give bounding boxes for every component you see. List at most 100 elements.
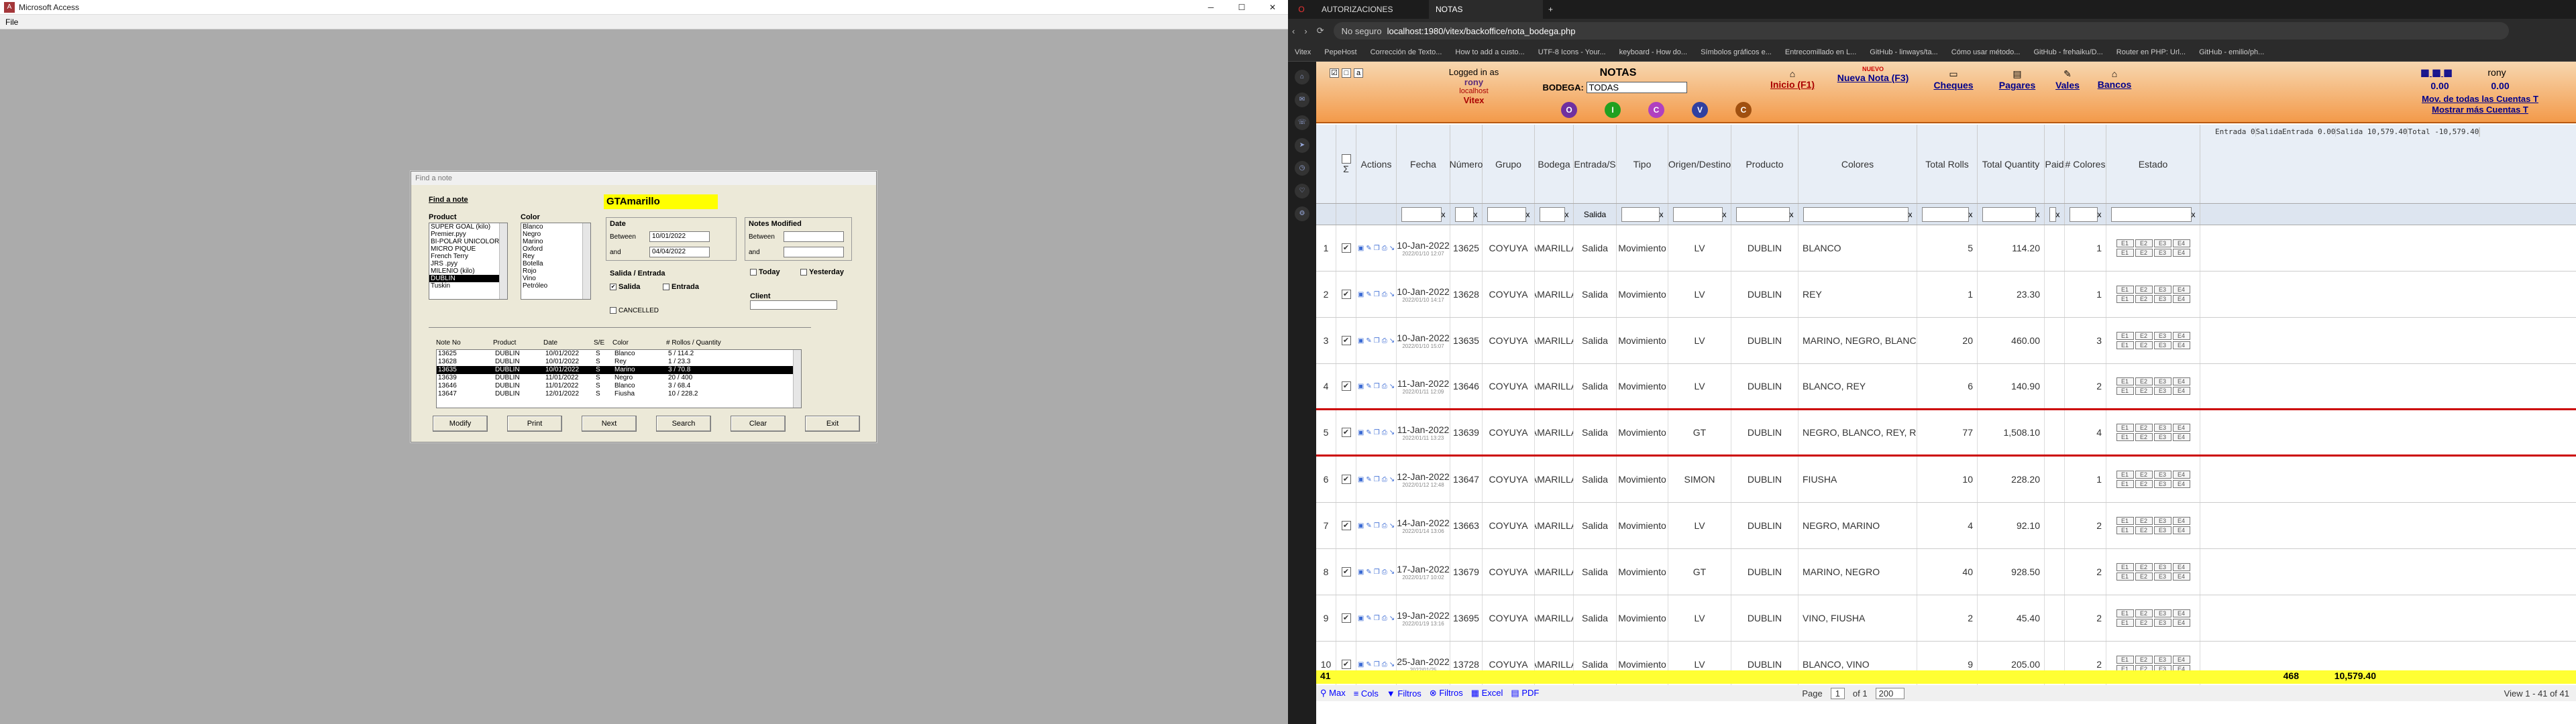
bookmark-item[interactable]: How to add a custo... [1455, 48, 1524, 56]
col-header-qty[interactable]: Total Quantity [1978, 125, 2045, 203]
modify-button[interactable]: Modify [433, 416, 488, 432]
estado-box[interactable]: E1 [2116, 526, 2134, 534]
col-header-es[interactable]: Entrada/S [1574, 125, 1617, 203]
col-header-tipo[interactable]: Tipo [1617, 125, 1668, 203]
estado-box[interactable]: E1 [2116, 387, 2134, 395]
estado-box[interactable]: E3 [2153, 433, 2171, 441]
product-list-item[interactable]: MILENIO (kilo) [429, 267, 507, 275]
estado-box[interactable]: E4 [2172, 480, 2190, 488]
heart-icon[interactable]: ♡ [1295, 184, 1309, 198]
link-icon[interactable]: ↘ [1389, 661, 1395, 668]
page-input[interactable]: 1 [1830, 687, 1845, 699]
messenger-icon[interactable]: ✉ [1295, 93, 1309, 107]
back-icon[interactable]: ‹ [1292, 26, 1295, 36]
client-select[interactable] [750, 300, 837, 310]
select-all-checkbox[interactable] [1341, 154, 1351, 164]
link-icon[interactable]: ↘ [1389, 522, 1395, 530]
page-size-select[interactable]: 200 [1875, 687, 1905, 699]
color-list-item[interactable]: Oxford [521, 245, 590, 253]
col-header-n[interactable] [1316, 125, 1336, 203]
tool-check-icon[interactable]: ☑ [1330, 68, 1339, 78]
print-icon[interactable]: ⎙ [1382, 522, 1387, 530]
bookmark-item[interactable]: Cómo usar método... [1951, 48, 2021, 56]
clear-filter-icon[interactable]: x [1723, 210, 1727, 219]
edit-icon[interactable]: ✎ [1366, 522, 1371, 530]
copy-icon[interactable]: ❐ [1374, 245, 1380, 252]
entrada-checkbox[interactable]: Entrada [663, 283, 699, 291]
clear-filter-icon[interactable]: x [2056, 210, 2060, 219]
copy-icon[interactable]: ❐ [1374, 522, 1380, 530]
col-header-fecha[interactable]: Fecha [1397, 125, 1450, 203]
clear-button[interactable]: Clear [731, 416, 786, 432]
estado-box[interactable]: E2 [2135, 526, 2153, 534]
bancos-link[interactable]: ⌂ Bancos [2088, 68, 2141, 90]
row-checkbox[interactable]: ✔ [1341, 660, 1351, 669]
estado-box[interactable]: E3 [2153, 332, 2171, 340]
edit-icon[interactable]: ✎ [1366, 245, 1371, 252]
menu-file[interactable]: File [5, 17, 18, 27]
notes-row[interactable]: 13628 DUBLIN 10/01/2022 S Rey 1 / 23.3 [437, 358, 801, 366]
notes-row[interactable]: 13647 DUBLIN 12/01/2022 S Fiusha 10 / 228.2 [437, 390, 801, 398]
estado-box[interactable]: E4 [2172, 433, 2190, 441]
estado-box[interactable]: E1 [2116, 249, 2134, 257]
color-list-item[interactable]: Rey [521, 253, 590, 260]
edit-icon[interactable]: ✎ [1366, 337, 1371, 345]
date-from-input[interactable]: 10/01/2022 [649, 231, 710, 242]
minimize-icon[interactable]: ─ [1195, 3, 1226, 12]
estado-box[interactable]: E3 [2153, 480, 2171, 488]
grid-row[interactable]: 6 ✔ ▣ ✎ ❐ ⎙ ↘ 12-Jan-2022 2022/01/12 12:48 13647 C… [1316, 457, 2576, 503]
bookmark-item[interactable]: GitHub - frehaiku/D... [2033, 48, 2102, 56]
filter-input-paid[interactable] [2049, 206, 2056, 222]
row-checkbox[interactable]: ✔ [1341, 475, 1351, 484]
filter-input-rolls[interactable] [1921, 206, 1969, 222]
estado-box[interactable]: E2 [2135, 387, 2153, 395]
estado-box[interactable]: E4 [2172, 517, 2190, 525]
col-header-colores[interactable]: Colores [1799, 125, 1917, 203]
estado-box[interactable]: E1 [2116, 517, 2134, 525]
filter-input-bodega[interactable] [1539, 206, 1565, 222]
date-to-input[interactable]: 04/04/2022 [649, 247, 710, 257]
estado-box[interactable]: E2 [2135, 656, 2153, 664]
bookmark-item[interactable]: Corrección de Texto... [1371, 48, 1442, 56]
view-icon[interactable]: ▣ [1358, 615, 1364, 622]
filter-input-tipo[interactable] [1621, 206, 1660, 222]
mostrar-cuentas-link[interactable]: Mostrar más Cuentas T [2390, 105, 2571, 115]
estado-box[interactable]: E4 [2172, 563, 2190, 571]
address-bar[interactable]: No seguro localhost:1980/vitex/backoffic… [1333, 22, 2509, 40]
close-icon[interactable]: ✕ [1257, 3, 1288, 12]
estado-box[interactable]: E3 [2153, 387, 2171, 395]
edit-icon[interactable]: ✎ [1366, 615, 1371, 622]
estado-box[interactable]: E4 [2172, 656, 2190, 664]
maximize-icon[interactable]: ☐ [1226, 3, 1257, 12]
grid-row[interactable]: 5 ✔ ▣ ✎ ❐ ⎙ ↘ 11-Jan-2022 2022/01/11 13:23 13639 C… [1316, 410, 2576, 457]
bookmark-item[interactable]: UTF-8 Icons - Your... [1538, 48, 1606, 56]
copy-icon[interactable]: ❐ [1374, 476, 1380, 483]
grid-row[interactable]: 8 ✔ ▣ ✎ ❐ ⎙ ↘ 17-Jan-2022 2022/01/17 10:02 13679 C… [1316, 549, 2576, 595]
estado-box[interactable]: E3 [2153, 656, 2171, 664]
notes-row[interactable]: 13625 DUBLIN 10/01/2022 S Blanco 5 / 114.2 [437, 350, 801, 358]
link-icon[interactable]: ↘ [1389, 291, 1395, 298]
color-list-item[interactable]: Rojo [521, 267, 590, 275]
telegram-icon[interactable]: ➤ [1295, 138, 1309, 153]
copy-icon[interactable]: ❐ [1374, 615, 1380, 622]
row-checkbox[interactable]: ✔ [1341, 290, 1351, 299]
print-icon[interactable]: ⎙ [1382, 337, 1387, 345]
row-checkbox[interactable]: ✔ [1341, 613, 1351, 623]
bookmark-item[interactable]: PepeHost [1324, 48, 1356, 56]
link-icon[interactable]: ↘ [1389, 476, 1395, 483]
estado-box[interactable]: E1 [2116, 295, 2134, 303]
clear-filter-icon[interactable]: x [2098, 210, 2102, 219]
edit-icon[interactable]: ✎ [1366, 429, 1371, 436]
estado-box[interactable]: E1 [2116, 377, 2134, 385]
edit-icon[interactable]: ✎ [1366, 383, 1371, 390]
col-header-actions[interactable]: Actions [1356, 125, 1397, 203]
grid-row[interactable]: 3 ✔ ▣ ✎ ❐ ⎙ ↘ 10-Jan-2022 2022/01/10 15:07 13635 C… [1316, 318, 2576, 364]
nm-from-input[interactable] [784, 231, 844, 242]
edit-icon[interactable]: ✎ [1366, 568, 1371, 576]
estado-box[interactable]: E3 [2153, 609, 2171, 617]
filter-input-prod[interactable] [1735, 206, 1790, 222]
product-list-item[interactable]: BI-POLAR UNICOLOR [429, 238, 507, 245]
estado-box[interactable]: E4 [2172, 377, 2190, 385]
estado-box[interactable]: E1 [2116, 609, 2134, 617]
view-icon[interactable]: ▣ [1358, 337, 1364, 345]
